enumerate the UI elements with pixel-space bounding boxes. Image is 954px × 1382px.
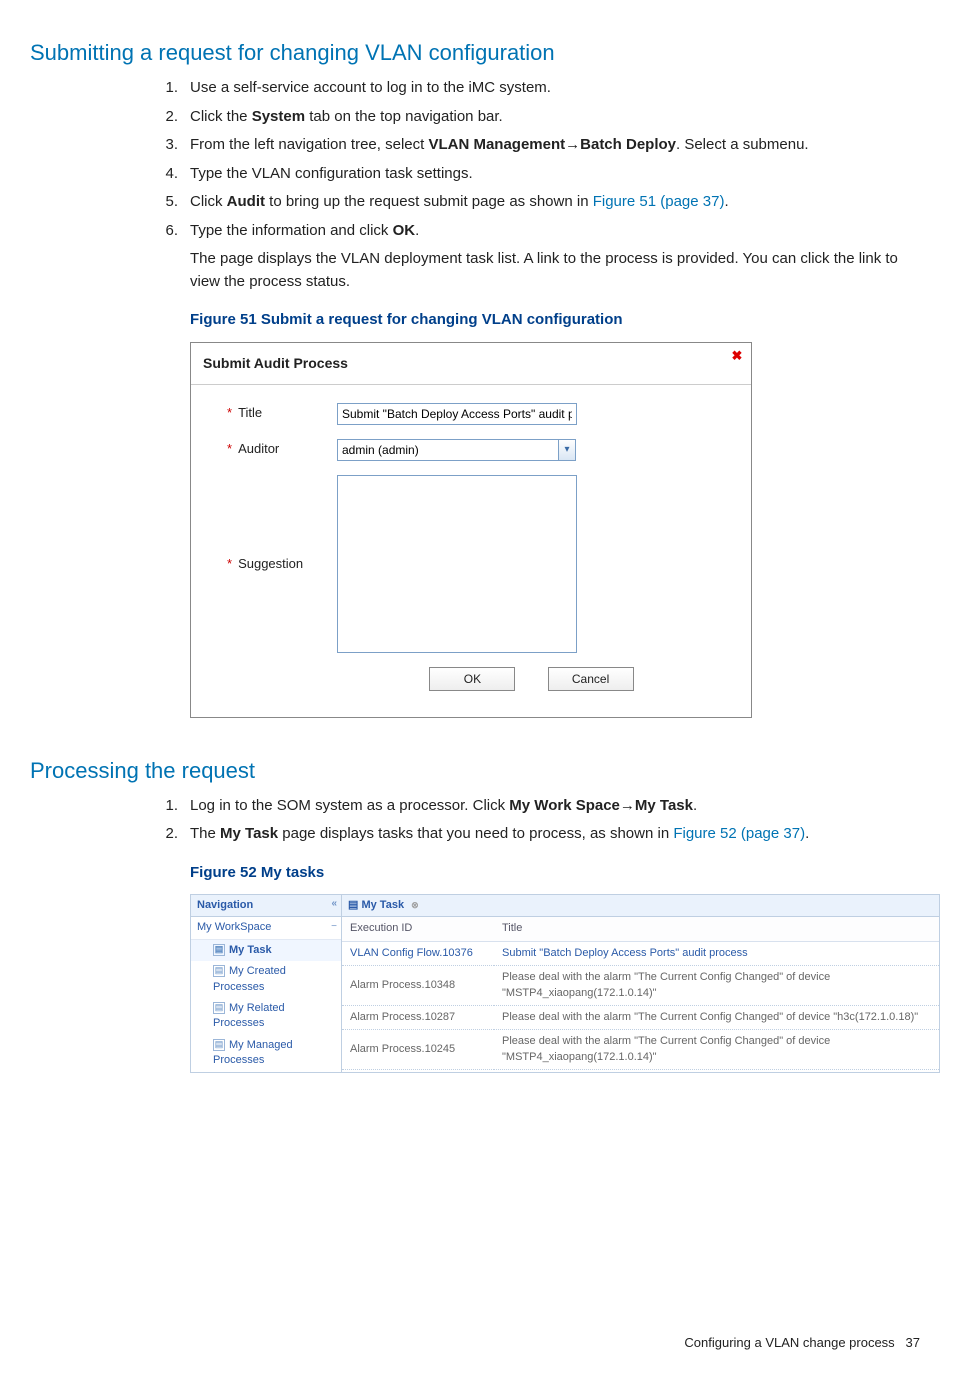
step-a5: Click Audit to bring up the request subm… [150, 191, 924, 214]
tree-icon: ▤ [348, 899, 358, 911]
link-figure52[interactable]: Figure 52 (page 37) [673, 825, 805, 842]
col-execution-id[interactable]: Execution ID [342, 917, 494, 941]
bold-ok: OK [393, 222, 416, 239]
suggestion-textarea[interactable] [337, 475, 577, 653]
nav-item-managed[interactable]: ▤My Managed Processes [191, 1035, 341, 1072]
cancel-button[interactable]: Cancel [548, 667, 634, 691]
page-footer: Configuring a VLAN change process 37 [30, 1333, 924, 1353]
tree-icon: ▤ [213, 944, 225, 956]
step-a4: Type the VLAN configuration task setting… [150, 163, 924, 186]
step-b2: The My Task page displays tasks that you… [150, 823, 924, 846]
bold-batch-deploy: Batch Deploy [580, 136, 676, 153]
section-heading-submitting: Submitting a request for changing VLAN c… [30, 36, 924, 69]
tree-icon: ▤ [213, 965, 225, 977]
steps-list-b: Log in to the SOM system as a processor.… [150, 795, 924, 846]
main-panel: ▤ My Task ⊗ Execution ID Title VLAN Conf… [342, 895, 939, 1072]
page-number: 37 [906, 1335, 920, 1350]
tab-my-task[interactable]: ▤ My Task ⊗ [342, 895, 939, 917]
bold-my-work-space: My Work Space [509, 797, 620, 814]
collapse-icon[interactable]: « [331, 897, 337, 911]
label-auditor: *Auditor [227, 439, 337, 459]
col-title[interactable]: Title [494, 917, 939, 941]
bold-vlan-management: VLAN Management [428, 136, 565, 153]
figure52-panel: Navigation « My WorkSpace − ▤My Task ▤My… [190, 894, 940, 1073]
ok-button[interactable]: OK [429, 667, 515, 691]
link-figure51[interactable]: Figure 51 (page 37) [593, 193, 725, 210]
table-row[interactable]: Alarm Process.10245 Please deal with the… [342, 1030, 939, 1070]
steps-list-a: Use a self-service account to log in to … [150, 77, 924, 293]
section-heading-processing: Processing the request [30, 754, 924, 787]
dropdown-icon[interactable]: ▾ [558, 439, 576, 461]
table-row[interactable]: VLAN Config Flow.10376 Submit "Batch Dep… [342, 941, 939, 965]
bold-my-task-2: My Task [220, 825, 278, 842]
title-input[interactable] [337, 403, 577, 425]
nav-item-my-task[interactable]: ▤My Task [191, 940, 341, 961]
step-a3: From the left navigation tree, select VL… [150, 134, 924, 157]
nav-group-workspace[interactable]: My WorkSpace − [191, 917, 341, 939]
step-a1: Use a self-service account to log in to … [150, 77, 924, 100]
auditor-input[interactable] [337, 439, 558, 461]
task-table: Execution ID Title VLAN Config Flow.1037… [342, 917, 939, 1070]
nav-item-related[interactable]: ▤My Related Processes [191, 998, 341, 1035]
step-a6-sub: The page displays the VLAN deployment ta… [190, 248, 924, 293]
bold-audit: Audit [227, 193, 265, 210]
figure51-dialog: ✖ Submit Audit Process *Title *Auditor ▾… [190, 342, 752, 718]
step-a6: Type the information and click OK. The p… [150, 220, 924, 294]
dialog-title: Submit Audit Process [191, 343, 751, 385]
table-row[interactable]: Alarm Process.10348 Please deal with the… [342, 966, 939, 1006]
tree-icon: ▤ [213, 1039, 225, 1051]
minus-icon[interactable]: − [331, 920, 337, 934]
tab-close-icon[interactable]: ⊗ [411, 900, 419, 910]
label-suggestion: *Suggestion [227, 554, 337, 574]
nav-panel: Navigation « My WorkSpace − ▤My Task ▤My… [191, 895, 342, 1072]
step-a1-text: Use a self-service account to log in to … [190, 79, 551, 96]
label-title: *Title [227, 403, 337, 423]
bold-my-task: My Task [635, 797, 693, 814]
step-a2: Click the System tab on the top navigati… [150, 106, 924, 129]
step-b1: Log in to the SOM system as a processor.… [150, 795, 924, 818]
nav-title: Navigation « [191, 895, 341, 917]
bold-system: System [252, 108, 305, 125]
nav-item-created[interactable]: ▤My Created Processes [191, 961, 341, 998]
figure52-caption: Figure 52 My tasks [190, 862, 924, 885]
figure51-caption: Figure 51 Submit a request for changing … [190, 309, 924, 332]
table-row[interactable]: Alarm Process.10287 Please deal with the… [342, 1005, 939, 1029]
close-icon[interactable]: ✖ [729, 349, 745, 365]
tree-icon: ▤ [213, 1002, 225, 1014]
